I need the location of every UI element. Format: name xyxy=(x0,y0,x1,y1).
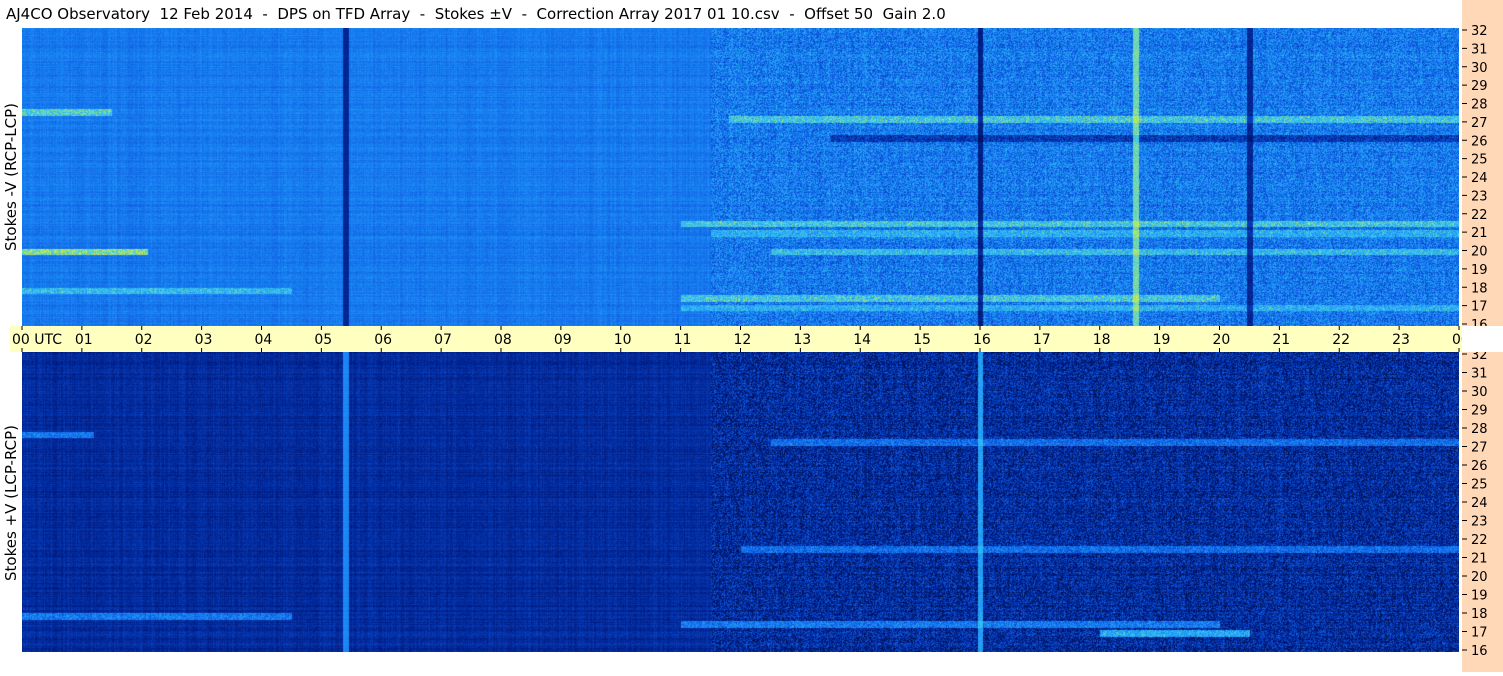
bottom-freq-tick-label-26: 26 xyxy=(1471,459,1488,474)
top-freq-tick-label-20: 20 xyxy=(1471,245,1488,260)
time-tick-label-10: 10 xyxy=(614,332,632,348)
stokes-plus-v-spectrogram xyxy=(22,352,1459,652)
top-freq-tick-label-18: 18 xyxy=(1471,281,1488,296)
time-tick-label-11: 11 xyxy=(674,332,692,348)
bottom-freq-tick-label-18: 18 xyxy=(1471,607,1488,622)
top-freq-tick-label-25: 25 xyxy=(1471,153,1488,168)
bottom-margin xyxy=(0,652,1462,672)
bottom-freq-tick-label-16: 16 xyxy=(1471,644,1488,659)
time-tick-label-24: 00 xyxy=(1452,332,1462,348)
bottom-freq-tick-label-31: 31 xyxy=(1471,367,1488,382)
bottom-freq-tick-label-17: 17 xyxy=(1471,626,1488,641)
time-tick-label-5: 05 xyxy=(314,332,332,348)
bottom-freq-tick-label-23: 23 xyxy=(1471,515,1488,530)
time-tick-label-20: 20 xyxy=(1213,332,1231,348)
time-tick-label-9: 09 xyxy=(554,332,572,348)
time-tick-label-19: 19 xyxy=(1153,332,1171,348)
time-tick-label-13: 13 xyxy=(793,332,811,348)
top-freq-tick-label-27: 27 xyxy=(1471,116,1488,131)
time-tick-label-2: 02 xyxy=(135,332,153,348)
time-tick-label-17: 17 xyxy=(1033,332,1051,348)
time-tick-label-6: 06 xyxy=(374,332,392,348)
time-tick-label-22: 22 xyxy=(1332,332,1350,348)
time-tick-label-15: 15 xyxy=(913,332,931,348)
bottom-freq-tick-label-28: 28 xyxy=(1471,422,1488,437)
top-frequency-axis: 16 17 18 19 20 21 22 23 24 25 26 27 28 29 30 31 32 xyxy=(1462,0,1503,333)
time-tick-label-14: 14 xyxy=(853,332,871,348)
bottom-freq-tick-label-29: 29 xyxy=(1471,404,1488,419)
bottom-freq-tick-label-21: 21 xyxy=(1471,552,1488,567)
top-freq-tick-label-32: 32 xyxy=(1471,24,1488,39)
top-freq-tick-label-31: 31 xyxy=(1471,42,1488,57)
time-tick-label-0: 00 UTC xyxy=(12,332,62,348)
bottom-frequency-axis: 16 17 18 19 20 21 22 23 24 25 26 27 28 29 30 31 32 xyxy=(1462,348,1503,672)
bottom-freq-tick-label-27: 27 xyxy=(1471,441,1488,456)
top-freq-tick-label-22: 22 xyxy=(1471,208,1488,223)
bottom-panel-ylabel: Stokes +V (LCP-RCP) xyxy=(2,425,20,581)
time-tick-label-21: 21 xyxy=(1272,332,1290,348)
bottom-freq-tick-label-19: 19 xyxy=(1471,589,1488,604)
chart-title: AJ4CO Observatory 12 Feb 2014 - DPS on T… xyxy=(6,5,946,23)
top-freq-tick-label-26: 26 xyxy=(1471,134,1488,149)
top-panel-ylabel: Stokes -V (RCP-LCP) xyxy=(2,103,20,251)
top-freq-tick-label-28: 28 xyxy=(1471,98,1488,113)
bottom-freq-tick-label-22: 22 xyxy=(1471,533,1488,548)
time-tick-label-1: 01 xyxy=(75,332,93,348)
time-tick-label-3: 03 xyxy=(195,332,213,348)
bottom-freq-tick-label-25: 25 xyxy=(1471,478,1488,493)
top-freq-tick-label-29: 29 xyxy=(1471,79,1488,94)
top-freq-tick-label-21: 21 xyxy=(1471,226,1488,241)
bottom-freq-tick-label-24: 24 xyxy=(1471,496,1488,511)
top-freq-tick-label-19: 19 xyxy=(1471,263,1488,278)
utc-time-axis: 00 UTC 01 02 03 04 05 06 07 08 09 10 11 12 13 14 15 16 17… xyxy=(10,326,1462,352)
stokes-minus-v-spectrogram xyxy=(22,28,1459,326)
time-tick-label-7: 07 xyxy=(434,332,452,348)
time-tick-label-8: 08 xyxy=(494,332,512,348)
top-freq-tick-label-16: 16 xyxy=(1471,318,1488,326)
time-tick-label-12: 12 xyxy=(734,332,752,348)
top-freq-tick-label-17: 17 xyxy=(1471,300,1488,315)
time-tick-label-4: 04 xyxy=(255,332,273,348)
top-freq-tick-label-24: 24 xyxy=(1471,171,1488,186)
bottom-freq-tick-label-20: 20 xyxy=(1471,570,1488,585)
time-tick-label-16: 16 xyxy=(973,332,991,348)
bottom-freq-tick-label-30: 30 xyxy=(1471,385,1488,400)
time-tick-label-23: 23 xyxy=(1392,332,1410,348)
top-freq-tick-label-23: 23 xyxy=(1471,189,1488,204)
top-freq-tick-label-30: 30 xyxy=(1471,61,1488,76)
time-tick-label-18: 18 xyxy=(1093,332,1111,348)
bottom-freq-tick-label-32: 32 xyxy=(1471,352,1488,363)
